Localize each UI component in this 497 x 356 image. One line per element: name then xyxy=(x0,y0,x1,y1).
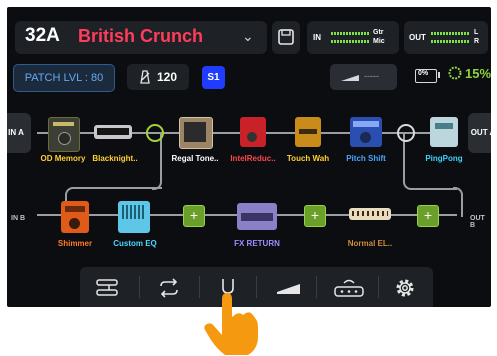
add-block-button[interactable]: + xyxy=(304,205,326,227)
toolbar-divider xyxy=(139,276,140,298)
add-block-button[interactable]: + xyxy=(183,205,205,227)
footswitch-knob xyxy=(360,132,371,143)
pedal-custom-eq[interactable] xyxy=(118,201,150,233)
guitar-level-bar xyxy=(331,32,369,35)
merge-connector-b xyxy=(453,187,463,217)
pedal-knobs xyxy=(65,206,85,212)
merge-node-a[interactable] xyxy=(397,124,415,142)
pedal-shimmer[interactable] xyxy=(61,201,89,233)
battery-tip xyxy=(438,72,440,78)
tempo-value: 120 xyxy=(157,70,178,84)
metronome-icon xyxy=(140,70,150,84)
pointing-hand-icon xyxy=(204,293,258,355)
pedal-od-memory[interactable] xyxy=(48,117,80,152)
input-b-label: IN B xyxy=(11,215,25,222)
device-screen: 32A British Crunch ⌄ IN Gtr Mic OUT L R … xyxy=(7,7,491,307)
toolbar-divider xyxy=(378,276,379,298)
left-level-bar xyxy=(431,32,469,35)
save-button[interactable] xyxy=(272,21,300,54)
loop-icon[interactable] xyxy=(156,277,182,299)
expression-pedal-icon xyxy=(341,75,359,81)
amp-knobs xyxy=(352,211,388,216)
cab-regal-tone[interactable] xyxy=(179,117,213,149)
signal-routing-icon[interactable] xyxy=(95,277,119,299)
footswitch-knob xyxy=(247,132,257,142)
output-meter-label-l: L xyxy=(474,29,479,36)
footswitch-knob xyxy=(58,132,71,145)
label-pitch-shift: Pitch Shift xyxy=(346,154,386,163)
chevron-down-icon[interactable]: ⌄ xyxy=(242,28,254,45)
input-meter[interactable]: IN Gtr Mic xyxy=(307,21,399,54)
label-custom-eq: Custom EQ xyxy=(113,239,157,248)
battery-level: 0% xyxy=(418,70,429,77)
expression-pedal-icon[interactable] xyxy=(275,279,303,295)
output-a-port[interactable]: OUT A xyxy=(468,113,491,153)
right-level-bar xyxy=(431,40,469,43)
save-icon xyxy=(278,29,294,45)
pedal-panel xyxy=(299,129,317,134)
input-a-port[interactable]: IN A xyxy=(7,113,31,153)
pedal-intelreduc[interactable] xyxy=(240,117,266,147)
tempo-button[interactable]: 120 xyxy=(127,64,189,90)
output-meter[interactable]: OUT L R xyxy=(404,21,488,54)
label-normal-el: Normal EL.. xyxy=(347,239,393,248)
expression-value: ----- xyxy=(364,71,379,81)
pedal-knobs xyxy=(435,123,453,129)
label-pingpong: PingPong xyxy=(425,154,463,163)
preset-number: 32A xyxy=(25,25,60,46)
pedal-touch-wah[interactable] xyxy=(295,117,321,147)
fx-return-block[interactable] xyxy=(237,203,277,230)
patch-level-button[interactable]: PATCH LVL : 80 xyxy=(13,64,115,92)
pedal-pitch-shift[interactable] xyxy=(350,117,382,147)
expression-pedal-status[interactable]: ----- xyxy=(330,64,397,90)
add-block-button[interactable]: + xyxy=(417,205,439,227)
cab-grille xyxy=(184,122,206,142)
footswitch-knob xyxy=(69,218,80,229)
fx-loop-panel xyxy=(241,213,273,221)
label-blacknight: Blacknight.. xyxy=(92,154,138,163)
toolbar-divider xyxy=(316,276,317,298)
preset-name: British Crunch xyxy=(78,26,204,46)
eq-sliders xyxy=(122,205,146,219)
label-fx-return: FX RETURN xyxy=(234,239,280,248)
input-meter-tag: IN xyxy=(313,33,321,42)
cpu-icon xyxy=(448,66,462,80)
input-meter-label-mic: Mic xyxy=(373,38,385,45)
label-intelreduc: IntelReduc.. xyxy=(230,154,276,163)
toolbar-divider xyxy=(199,276,200,298)
amp-panel xyxy=(97,128,129,135)
split-node-a[interactable] xyxy=(146,124,164,142)
pedal-pingpong[interactable] xyxy=(430,117,458,147)
pedal-knobs xyxy=(53,122,74,126)
cpu-usage: 15% xyxy=(465,66,491,81)
amp-normal-el[interactable] xyxy=(349,208,391,220)
gear-icon[interactable] xyxy=(393,276,417,300)
label-regal-tone: Regal Tone.. xyxy=(171,154,219,163)
preset-selector[interactable]: 32A British Crunch ⌄ xyxy=(15,21,267,54)
output-meter-label-r: R xyxy=(474,38,480,45)
mic-level-bar xyxy=(331,40,369,43)
output-b-label: OUT B xyxy=(470,215,485,229)
output-meter-tag: OUT xyxy=(409,33,426,42)
footswitch-icon[interactable] xyxy=(333,277,365,299)
label-shimmer: Shimmer xyxy=(57,239,93,248)
snapshot-button[interactable]: S1 xyxy=(202,66,225,89)
amp-blacknight[interactable] xyxy=(94,125,132,139)
input-meter-label-gtr: Gtr xyxy=(373,29,384,36)
pedal-knobs xyxy=(353,121,379,127)
label-od-memory: OD Memory xyxy=(40,154,86,163)
label-touch-wah: Touch Wah xyxy=(286,154,330,163)
